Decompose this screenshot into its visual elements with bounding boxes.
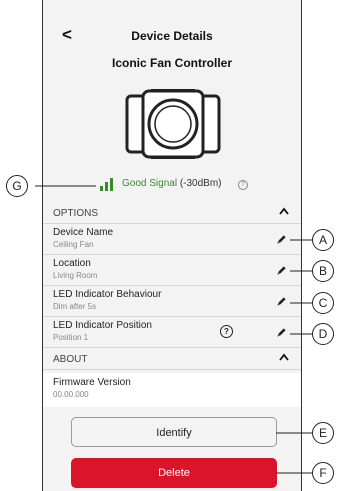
- option-row-led-position[interactable]: LED Indicator Position Position 1 ?: [43, 317, 301, 348]
- options-heading: OPTIONS: [53, 208, 99, 219]
- firmware-label: Firmware Version: [53, 377, 131, 388]
- about-heading: ABOUT: [53, 354, 88, 365]
- chevron-up-icon: [279, 207, 289, 215]
- chevron-up-icon: [279, 353, 289, 361]
- signal-strength: (-30dBm): [179, 178, 222, 189]
- options-header[interactable]: OPTIONS: [43, 204, 301, 224]
- callout-d: D: [312, 323, 334, 345]
- option-label: Location: [53, 258, 91, 269]
- callout-e: E: [312, 422, 334, 444]
- page-title: Device Details: [131, 29, 213, 43]
- header: < Device Details Iconic Fan Controller: [43, 0, 301, 80]
- firmware-value: 00.00.000: [53, 390, 89, 399]
- callout-b: B: [312, 260, 334, 282]
- callout-c: C: [312, 292, 334, 314]
- option-value: Ceiling Fan: [53, 240, 94, 249]
- about-header[interactable]: ABOUT: [43, 350, 301, 370]
- callout-g: G: [6, 175, 28, 197]
- option-label: LED Indicator Position: [53, 320, 152, 331]
- fan-controller-image: [125, 89, 221, 159]
- option-value: Dim after 5s: [53, 302, 97, 311]
- signal-bars-icon: [100, 178, 113, 191]
- option-value: Living Room: [53, 271, 98, 280]
- pencil-icon[interactable]: [276, 327, 287, 338]
- option-row-location[interactable]: Location Living Room: [43, 255, 301, 286]
- callout-a: A: [312, 229, 334, 251]
- option-label: Device Name: [53, 227, 114, 238]
- signal-status-label: Good Signal: [122, 178, 178, 189]
- identify-button[interactable]: Identify: [71, 417, 277, 447]
- option-row-led-behaviour[interactable]: LED Indicator Behaviour Dim after 5s: [43, 286, 301, 317]
- option-row-device-name[interactable]: Device Name Ceiling Fan: [43, 224, 301, 255]
- help-icon[interactable]: ?: [220, 325, 233, 338]
- pencil-icon[interactable]: [276, 265, 287, 276]
- device-name-heading: Iconic Fan Controller: [111, 56, 232, 70]
- signal-text: Good Signal (-30dBm): [122, 178, 222, 189]
- firmware-version-row: Firmware Version 00.00.000: [43, 373, 301, 407]
- device-details-screen: < Device Details Iconic Fan Controller G…: [42, 0, 302, 491]
- signal-status: Good Signal (-30dBm) ?: [43, 177, 301, 193]
- delete-button[interactable]: Delete: [71, 458, 277, 488]
- pencil-icon[interactable]: [276, 296, 287, 307]
- callout-f: F: [312, 462, 334, 484]
- option-label: LED Indicator Behaviour: [53, 289, 162, 300]
- pencil-icon[interactable]: [276, 234, 287, 245]
- info-icon[interactable]: ?: [238, 180, 248, 190]
- option-value: Position 1: [53, 333, 89, 342]
